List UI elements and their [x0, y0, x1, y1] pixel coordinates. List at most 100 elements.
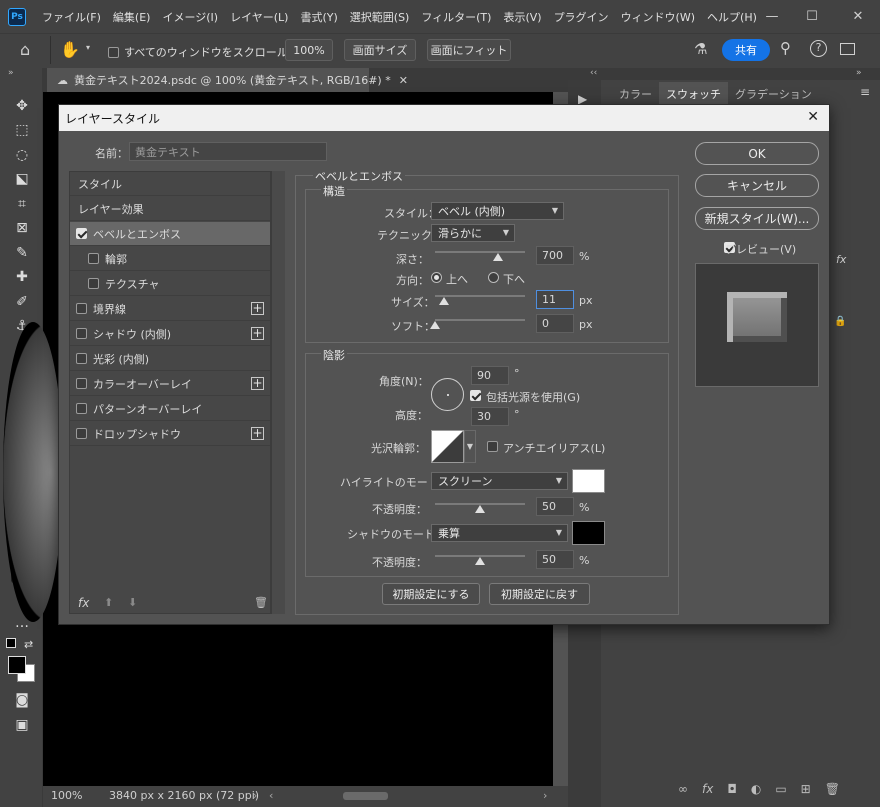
- add-mask-icon[interactable]: ◘: [727, 782, 737, 796]
- menu-type[interactable]: 書式(Y): [294, 9, 343, 25]
- shadow-opacity-thumb[interactable]: [475, 557, 485, 565]
- stroke-checkbox[interactable]: [76, 303, 87, 314]
- depth-slider-thumb[interactable]: [493, 253, 503, 261]
- menu-view[interactable]: 表示(V): [497, 9, 547, 25]
- new-layer-icon[interactable]: ⊞: [801, 782, 811, 796]
- hand-tool-icon[interactable]: ✋: [60, 40, 80, 59]
- angle-input[interactable]: 90: [471, 366, 509, 385]
- home-icon[interactable]: ⌂: [20, 40, 30, 59]
- menu-file[interactable]: ファイル(F): [36, 9, 107, 25]
- maximize-icon[interactable]: ☐: [792, 0, 832, 33]
- status-zoom[interactable]: 100%: [51, 789, 82, 802]
- add-stroke-icon[interactable]: +: [251, 302, 264, 315]
- trash-icon[interactable]: 🗑: [254, 596, 268, 609]
- eyedropper-tool-icon[interactable]: ✎: [11, 243, 33, 263]
- add-color-overlay-icon[interactable]: +: [251, 377, 264, 390]
- contour-checkbox[interactable]: [88, 253, 99, 264]
- add-style-icon[interactable]: fx: [702, 782, 713, 796]
- new-style-button[interactable]: 新規スタイル(W)...: [695, 207, 819, 230]
- soften-input[interactable]: 0: [536, 314, 574, 333]
- swap-colors-icon[interactable]: ⇄: [24, 638, 33, 651]
- menu-window[interactable]: ウィンドウ(W): [615, 9, 701, 25]
- tab-swatches[interactable]: スウォッチ: [659, 82, 728, 104]
- chevron-down-icon[interactable]: ▼: [464, 430, 476, 463]
- screen-size-button[interactable]: 画面サイズ: [344, 39, 416, 61]
- foreground-color-swatch[interactable]: [8, 656, 26, 674]
- scroll-all-windows-checkbox[interactable]: すべてのウィンドウをスクロール: [108, 44, 288, 60]
- menu-layer[interactable]: レイヤー(L): [224, 9, 294, 25]
- menu-image[interactable]: イメージ(I): [156, 9, 224, 25]
- gloss-contour-preview[interactable]: [431, 430, 464, 463]
- direction-down-radio[interactable]: [488, 272, 499, 283]
- chevron-down-icon[interactable]: ▾: [86, 43, 90, 52]
- move-down-icon[interactable]: ⬇: [128, 596, 137, 609]
- delete-layer-icon[interactable]: 🗑: [825, 782, 840, 796]
- menu-plugins[interactable]: プラグイン: [548, 9, 615, 25]
- close-window-icon[interactable]: ✕: [838, 0, 878, 33]
- style-item-texture[interactable]: テクスチャ: [70, 272, 270, 296]
- style-item-bevel-emboss[interactable]: ベベルとエンボス: [70, 222, 270, 246]
- style-item-stroke[interactable]: 境界線 +: [70, 297, 270, 321]
- style-item-blending[interactable]: レイヤー効果: [70, 197, 270, 221]
- pattern-overlay-checkbox[interactable]: [76, 403, 87, 414]
- layer-fx-icon[interactable]: fx: [836, 253, 846, 266]
- texture-checkbox[interactable]: [88, 278, 99, 289]
- inner-glow-checkbox[interactable]: [76, 353, 87, 364]
- crop-tool-icon[interactable]: ⌗: [11, 194, 33, 214]
- altitude-input[interactable]: 30: [471, 407, 509, 426]
- zoom-field[interactable]: 100%: [285, 39, 333, 61]
- move-up-icon[interactable]: ⬆: [104, 596, 113, 609]
- search-icon[interactable]: ⚲: [780, 39, 791, 57]
- new-group-icon[interactable]: ▭: [775, 782, 786, 796]
- move-tool-icon[interactable]: ✥: [11, 96, 33, 116]
- fx-icon[interactable]: fx: [78, 596, 89, 610]
- shadow-opacity-input[interactable]: 50: [536, 550, 574, 569]
- depth-slider[interactable]: [435, 251, 525, 253]
- reset-default-button[interactable]: 初期設定に戻す: [489, 583, 590, 605]
- default-colors-icon[interactable]: [6, 638, 16, 648]
- highlight-color-swatch[interactable]: [572, 469, 605, 493]
- shadow-color-swatch[interactable]: [572, 521, 605, 545]
- style-select[interactable]: ベベル (内側) ▼: [431, 202, 564, 220]
- style-item-color-overlay[interactable]: カラーオーバーレイ +: [70, 372, 270, 396]
- style-list-scrollbar[interactable]: [271, 171, 285, 614]
- tab-color[interactable]: カラー: [612, 82, 659, 104]
- scroll-right-icon[interactable]: ›: [543, 789, 547, 802]
- panel-menu-icon[interactable]: ≡: [860, 85, 870, 99]
- menu-select[interactable]: 選択範囲(S): [344, 9, 416, 25]
- close-dialog-icon[interactable]: ✕: [807, 109, 819, 125]
- flask-icon[interactable]: ⚗: [694, 40, 707, 58]
- cancel-button[interactable]: キャンセル: [695, 174, 819, 197]
- document-tab[interactable]: ☁ 黄金テキスト2024.psdc @ 100% (黄金テキスト, RGB/16…: [47, 68, 408, 92]
- style-item-contour[interactable]: 輪郭: [70, 247, 270, 271]
- highlight-mode-select[interactable]: スクリーン ▼: [431, 472, 568, 490]
- minimize-icon[interactable]: —: [752, 0, 792, 33]
- collapse-icon[interactable]: »: [8, 68, 14, 78]
- expand-panel-icon[interactable]: »: [856, 68, 862, 78]
- brush-tool-icon[interactable]: ✐: [11, 292, 33, 312]
- fit-screen-button[interactable]: 画面にフィット: [427, 39, 511, 61]
- scroll-left-icon[interactable]: ‹: [269, 789, 273, 802]
- link-layers-icon[interactable]: ∞: [678, 782, 688, 796]
- help-icon[interactable]: ?: [810, 40, 827, 57]
- style-item-inner-shadow[interactable]: シャドウ (内側) +: [70, 322, 270, 346]
- style-item-drop-shadow[interactable]: ドロップシャドウ +: [70, 422, 270, 446]
- bevel-checkbox[interactable]: [76, 228, 87, 239]
- color-overlay-checkbox[interactable]: [76, 378, 87, 389]
- highlight-opacity-input[interactable]: 50: [536, 497, 574, 516]
- size-input[interactable]: 11: [536, 290, 574, 309]
- workspace-icon[interactable]: [840, 43, 855, 55]
- size-slider-thumb[interactable]: [439, 297, 449, 305]
- close-tab-icon[interactable]: ✕: [399, 74, 408, 87]
- shadow-mode-select[interactable]: 乗算 ▼: [431, 524, 568, 542]
- style-item-pattern-overlay[interactable]: パターンオーバーレイ: [70, 397, 270, 421]
- soften-slider[interactable]: [435, 319, 525, 321]
- ok-button[interactable]: OK: [695, 142, 819, 165]
- menu-filter[interactable]: フィルター(T): [415, 9, 497, 25]
- checkbox[interactable]: [108, 46, 119, 58]
- screen-mode-icon[interactable]: ▣: [11, 715, 33, 735]
- inner-shadow-checkbox[interactable]: [76, 328, 87, 339]
- highlight-opacity-thumb[interactable]: [475, 505, 485, 513]
- add-inner-shadow-icon[interactable]: +: [251, 327, 264, 340]
- marquee-tool-icon[interactable]: ⬚: [11, 120, 33, 140]
